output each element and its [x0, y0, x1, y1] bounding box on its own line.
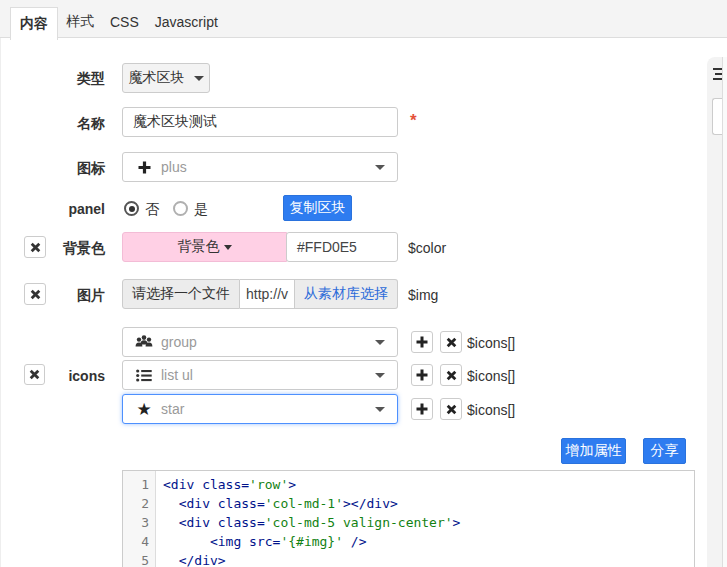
- tab-style[interactable]: 样式: [58, 7, 102, 37]
- x-mark-icon: [446, 404, 457, 415]
- chevron-down-icon: [194, 76, 204, 81]
- bgcolor-picker-button[interactable]: 背景色: [122, 232, 287, 262]
- icons-var-label-2: $icons[]: [467, 368, 515, 384]
- name-input[interactable]: 魔术区块测试: [122, 107, 398, 137]
- plus-icon: [416, 403, 428, 415]
- image-url-input[interactable]: http://v: [240, 279, 295, 309]
- add-icon-button-2[interactable]: [411, 364, 433, 386]
- remove-icon-button-2[interactable]: [440, 364, 462, 386]
- icon-label: 图标: [0, 160, 105, 178]
- icons-var-label-1: $icons[]: [467, 335, 515, 351]
- name-label: 名称: [0, 115, 105, 133]
- bgcolor-button-label: 背景色: [178, 238, 220, 256]
- type-dropdown-button[interactable]: 魔术区块: [122, 63, 210, 93]
- radio-no[interactable]: [124, 201, 139, 216]
- icons-select-1[interactable]: group: [122, 327, 398, 357]
- bgcolor-label: 背景色: [0, 240, 105, 258]
- radio-yes-label: 是: [194, 201, 208, 217]
- star-icon: ★: [134, 399, 154, 420]
- panel-radio-group: 否是: [124, 200, 222, 219]
- right-panel-edge: [723, 57, 727, 567]
- add-icon-button-1[interactable]: [411, 331, 433, 353]
- plus-icon: [134, 161, 154, 174]
- required-asterisk: *: [410, 111, 417, 131]
- remove-icon-button-3[interactable]: [440, 398, 462, 420]
- icons-select-3-value: star: [161, 401, 184, 417]
- icons-select-3[interactable]: ★ star: [122, 394, 398, 424]
- x-mark-icon: [446, 370, 457, 381]
- add-icon-button-3[interactable]: [411, 398, 433, 420]
- tab-bar: 内容 样式 CSS Javascript: [0, 0, 727, 38]
- panel-label: panel: [0, 201, 105, 217]
- block-editor-panel: 内容 样式 CSS Javascript 类型 魔术区块 名称 魔术区块测试 *…: [0, 0, 727, 567]
- plus-icon: [416, 369, 428, 381]
- x-mark-icon: [446, 337, 457, 348]
- icon-select-value: plus: [161, 159, 187, 175]
- icons-select-2[interactable]: list ul: [122, 360, 398, 390]
- icons-var-label-3: $icons[]: [467, 402, 515, 418]
- bgcolor-var-label: $color: [408, 240, 446, 256]
- chevron-down-icon: [375, 340, 385, 345]
- icons-select-1-value: group: [161, 334, 197, 350]
- share-button[interactable]: 分享: [643, 438, 686, 464]
- radio-yes[interactable]: [173, 201, 188, 216]
- editor-gutter: 12345: [123, 471, 156, 567]
- chevron-down-icon: [375, 165, 385, 170]
- type-value: 魔术区块: [129, 69, 185, 87]
- group-icon: [134, 335, 154, 349]
- icon-select[interactable]: plus: [122, 152, 398, 182]
- radio-no-label: 否: [145, 201, 159, 217]
- image-label: 图片: [0, 287, 105, 305]
- tab-content[interactable]: 内容: [10, 7, 58, 40]
- image-var-label: $img: [408, 287, 438, 303]
- chevron-down-icon: [375, 373, 385, 378]
- choose-from-library-button[interactable]: 从素材库选择: [295, 279, 398, 309]
- chevron-down-icon: [375, 407, 385, 412]
- editor-code[interactable]: <div class='row'> <div class='col-md-1'>…: [156, 471, 460, 567]
- chevron-down-icon: [224, 245, 232, 250]
- plus-icon: [416, 336, 428, 348]
- icons-label: icons: [0, 368, 105, 384]
- tab-javascript[interactable]: Javascript: [147, 7, 226, 37]
- add-attribute-button[interactable]: 增加属性: [561, 438, 626, 464]
- remove-icon-button-1[interactable]: [440, 331, 462, 353]
- list-ul-icon: [134, 369, 154, 382]
- type-label: 类型: [0, 70, 105, 88]
- tab-css[interactable]: CSS: [102, 7, 147, 37]
- choose-file-button[interactable]: 请选择一个文件: [122, 279, 240, 309]
- copy-block-button[interactable]: 复制区块: [283, 195, 352, 221]
- bgcolor-hex-input[interactable]: #FFD0E5: [286, 232, 398, 262]
- code-editor[interactable]: 12345 <div class='row'> <div class='col-…: [122, 470, 695, 567]
- icons-select-2-value: list ul: [161, 367, 193, 383]
